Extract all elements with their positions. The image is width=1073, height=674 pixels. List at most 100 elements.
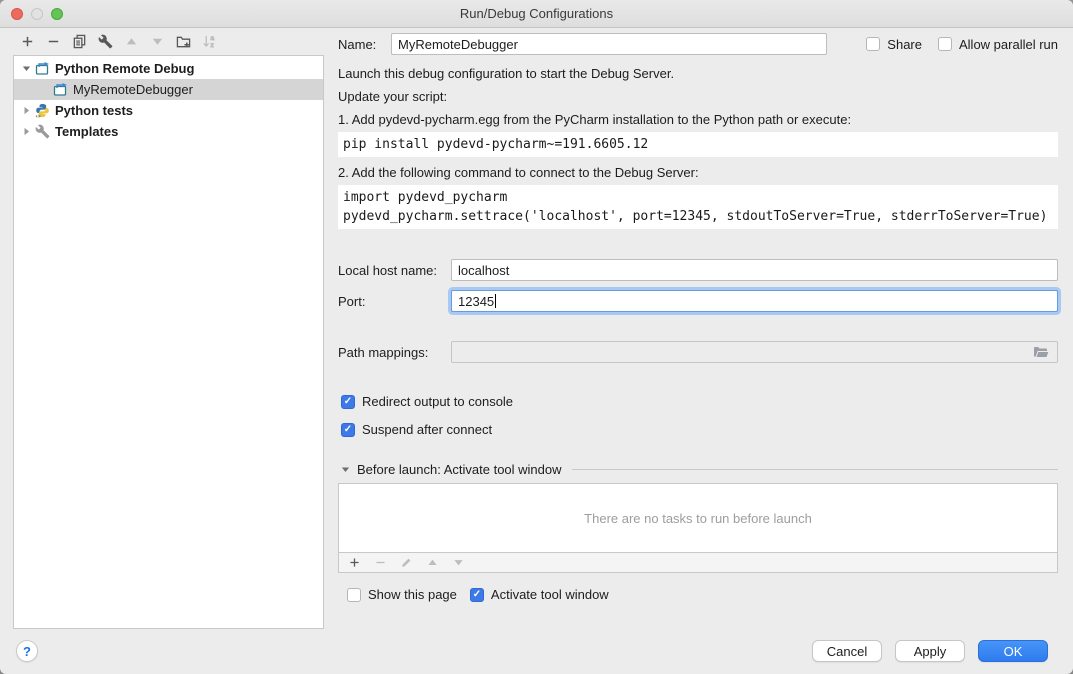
move-down-button[interactable] xyxy=(149,34,165,50)
wrench-icon xyxy=(35,124,50,139)
move-task-up-button[interactable] xyxy=(425,556,439,570)
minus-icon xyxy=(374,556,387,569)
arrow-up-icon xyxy=(426,556,439,569)
check-icon: ✓ xyxy=(344,397,352,407)
code-line-2: pydevd_pycharm.settrace('localhost', por… xyxy=(343,209,1047,224)
before-launch-tasks-panel: There are no tasks to run before launch xyxy=(338,483,1058,553)
path-mappings-row: Path mappings: xyxy=(338,341,1058,363)
local-host-name-label: Local host name: xyxy=(338,263,451,278)
plus-icon xyxy=(20,34,35,49)
tasks-toolbar xyxy=(338,553,1058,573)
port-input[interactable]: 12345 xyxy=(451,290,1058,312)
copy-configuration-button[interactable] xyxy=(71,34,87,50)
section-divider xyxy=(572,469,1058,470)
name-row: Name: ✓ Share ✓ Allow parallel run xyxy=(338,33,1058,55)
pencil-icon xyxy=(400,556,413,569)
sort-configurations-button[interactable] xyxy=(201,34,217,50)
chevron-down-icon xyxy=(341,465,350,474)
ok-button[interactable]: OK xyxy=(978,640,1048,662)
redirect-output-checkbox[interactable]: ✓ xyxy=(341,395,355,409)
remote-debug-icon xyxy=(35,61,50,76)
open-folder-icon xyxy=(1033,345,1049,359)
move-task-down-button[interactable] xyxy=(451,556,465,570)
edit-defaults-button[interactable] xyxy=(97,34,113,50)
arrow-down-icon xyxy=(150,34,165,49)
suspend-after-connect-label: Suspend after connect xyxy=(362,422,492,437)
remove-task-button[interactable] xyxy=(373,556,387,570)
tree-item-myremotedebugger[interactable]: MyRemoteDebugger xyxy=(14,79,323,100)
sidebar-toolbar xyxy=(0,28,332,55)
text-caret xyxy=(495,294,496,308)
apply-button[interactable]: Apply xyxy=(895,640,965,662)
share-label: Share xyxy=(887,37,922,52)
activate-tool-window-checkbox[interactable]: ✓ xyxy=(470,588,484,602)
allow-parallel-run-checkbox[interactable]: ✓ xyxy=(938,37,952,51)
allow-parallel-run-label: Allow parallel run xyxy=(959,37,1058,52)
run-debug-configurations-dialog: Run/Debug Configurations Python Remote D… xyxy=(0,0,1073,674)
remote-debug-icon xyxy=(53,82,68,97)
check-icon: ✓ xyxy=(344,425,352,435)
window-title: Run/Debug Configurations xyxy=(460,6,613,21)
collapse-arrow-icon[interactable] xyxy=(20,127,32,136)
window-controls xyxy=(11,8,63,20)
close-window-button[interactable] xyxy=(11,8,23,20)
wrench-icon xyxy=(98,34,113,49)
share-checkbox[interactable]: ✓ xyxy=(866,37,880,51)
add-configuration-button[interactable] xyxy=(19,34,35,50)
dialog-footer: ? Cancel Apply OK xyxy=(0,630,1073,674)
empty-tasks-message: There are no tasks to run before launch xyxy=(584,511,812,526)
instruction-step-2: 2. Add the following command to connect … xyxy=(338,165,1058,180)
redirect-output-label: Redirect output to console xyxy=(362,394,513,409)
arrow-up-icon xyxy=(124,34,139,49)
cancel-button[interactable]: Cancel xyxy=(812,640,882,662)
minimize-window-button[interactable] xyxy=(31,8,43,20)
before-launch-header[interactable]: Before launch: Activate tool window xyxy=(341,462,1058,477)
suspend-after-connect-checkbox[interactable]: ✓ xyxy=(341,423,355,437)
name-input[interactable] xyxy=(391,33,827,55)
tree-item-python-tests[interactable]: Python tests xyxy=(14,100,323,121)
configurations-tree: Python Remote Debug MyRemoteDebugger Pyt… xyxy=(13,55,324,629)
new-folder-icon xyxy=(176,34,191,49)
pip-install-command: pip install pydevd-pycharm~=191.6605.12 xyxy=(338,132,1058,157)
code-line-1: import pydevd_pycharm xyxy=(343,190,507,205)
port-row: Port: 12345 xyxy=(338,290,1058,312)
arrow-down-icon xyxy=(452,556,465,569)
settrace-code-snippet: import pydevd_pycharm pydevd_pycharm.sett… xyxy=(338,185,1058,229)
remove-configuration-button[interactable] xyxy=(45,34,61,50)
redirect-output-row: ✓ Redirect output to console xyxy=(341,394,1058,409)
tree-item-python-remote-debug[interactable]: Python Remote Debug xyxy=(14,58,323,79)
question-mark-icon: ? xyxy=(23,644,31,659)
local-host-name-input[interactable] xyxy=(451,259,1058,281)
tree-item-templates[interactable]: Templates xyxy=(14,121,323,142)
name-label: Name: xyxy=(338,37,391,52)
collapse-arrow-icon[interactable] xyxy=(20,106,32,115)
configurations-sidebar: Python Remote Debug MyRemoteDebugger Pyt… xyxy=(0,28,332,630)
create-folder-button[interactable] xyxy=(175,34,191,50)
tree-item-label: Templates xyxy=(55,124,118,139)
plus-icon xyxy=(348,556,361,569)
python-tests-icon xyxy=(35,103,50,118)
suspend-after-connect-row: ✓ Suspend after connect xyxy=(341,422,1058,437)
share-options: ✓ Share ✓ Allow parallel run xyxy=(866,37,1058,52)
add-task-button[interactable] xyxy=(347,556,361,570)
show-this-page-checkbox[interactable]: ✓ xyxy=(347,588,361,602)
edit-task-button[interactable] xyxy=(399,556,413,570)
show-this-page-label: Show this page xyxy=(368,587,457,602)
page-options-row: ✓ Show this page ✓ Activate tool window xyxy=(347,587,1058,602)
description-line-1: Launch this debug configuration to start… xyxy=(338,66,1058,81)
zoom-window-button[interactable] xyxy=(51,8,63,20)
titlebar: Run/Debug Configurations xyxy=(0,0,1073,28)
help-button[interactable]: ? xyxy=(16,640,38,662)
check-icon: ✓ xyxy=(473,590,481,600)
configuration-form: Name: ✓ Share ✓ Allow parallel run Launc… xyxy=(332,28,1073,630)
footer-buttons: Cancel Apply OK xyxy=(812,640,1048,662)
path-mappings-input[interactable] xyxy=(451,341,1058,363)
move-up-button[interactable] xyxy=(123,34,139,50)
tree-item-label: Python tests xyxy=(55,103,133,118)
browse-mappings-button[interactable] xyxy=(1031,343,1051,361)
local-host-row: Local host name: xyxy=(338,259,1058,281)
port-label: Port: xyxy=(338,294,451,309)
expand-arrow-icon[interactable] xyxy=(20,64,32,73)
dialog-body: Python Remote Debug MyRemoteDebugger Pyt… xyxy=(0,28,1073,630)
tree-item-label: Python Remote Debug xyxy=(55,61,194,76)
